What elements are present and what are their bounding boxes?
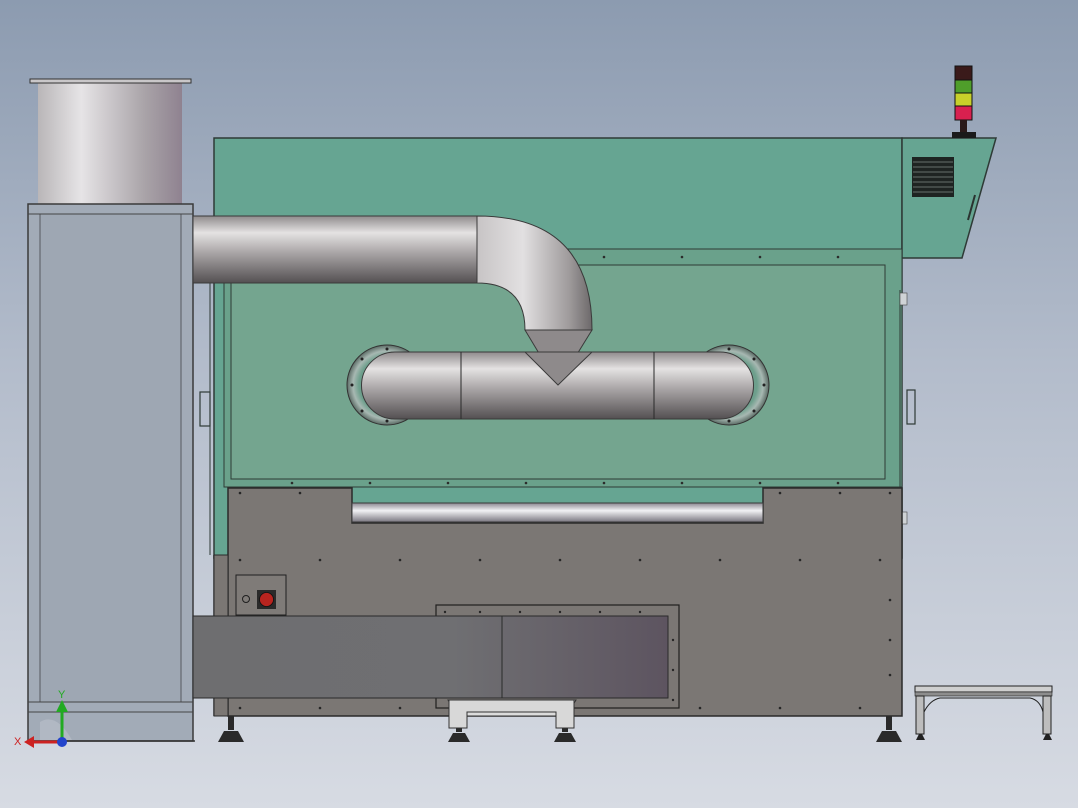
vent-grille-icon <box>912 157 954 197</box>
signal-tower-icon <box>952 65 976 138</box>
chimney <box>38 82 182 206</box>
triad-y-label: Y <box>58 689 66 701</box>
control-box <box>901 137 997 259</box>
cabinet <box>199 65 997 559</box>
manifold <box>346 344 770 426</box>
conveyor-table <box>914 685 1053 740</box>
door-rail <box>351 502 764 523</box>
lower-body <box>192 487 903 717</box>
exhaust-duct <box>192 615 669 699</box>
emergency-stop-icon <box>235 574 287 616</box>
triad-x-label: X <box>14 736 22 748</box>
machine-drawing: X Y <box>14 65 1053 748</box>
column-inner <box>39 213 182 703</box>
chimney-rim <box>29 78 192 84</box>
collector-column <box>27 78 195 742</box>
